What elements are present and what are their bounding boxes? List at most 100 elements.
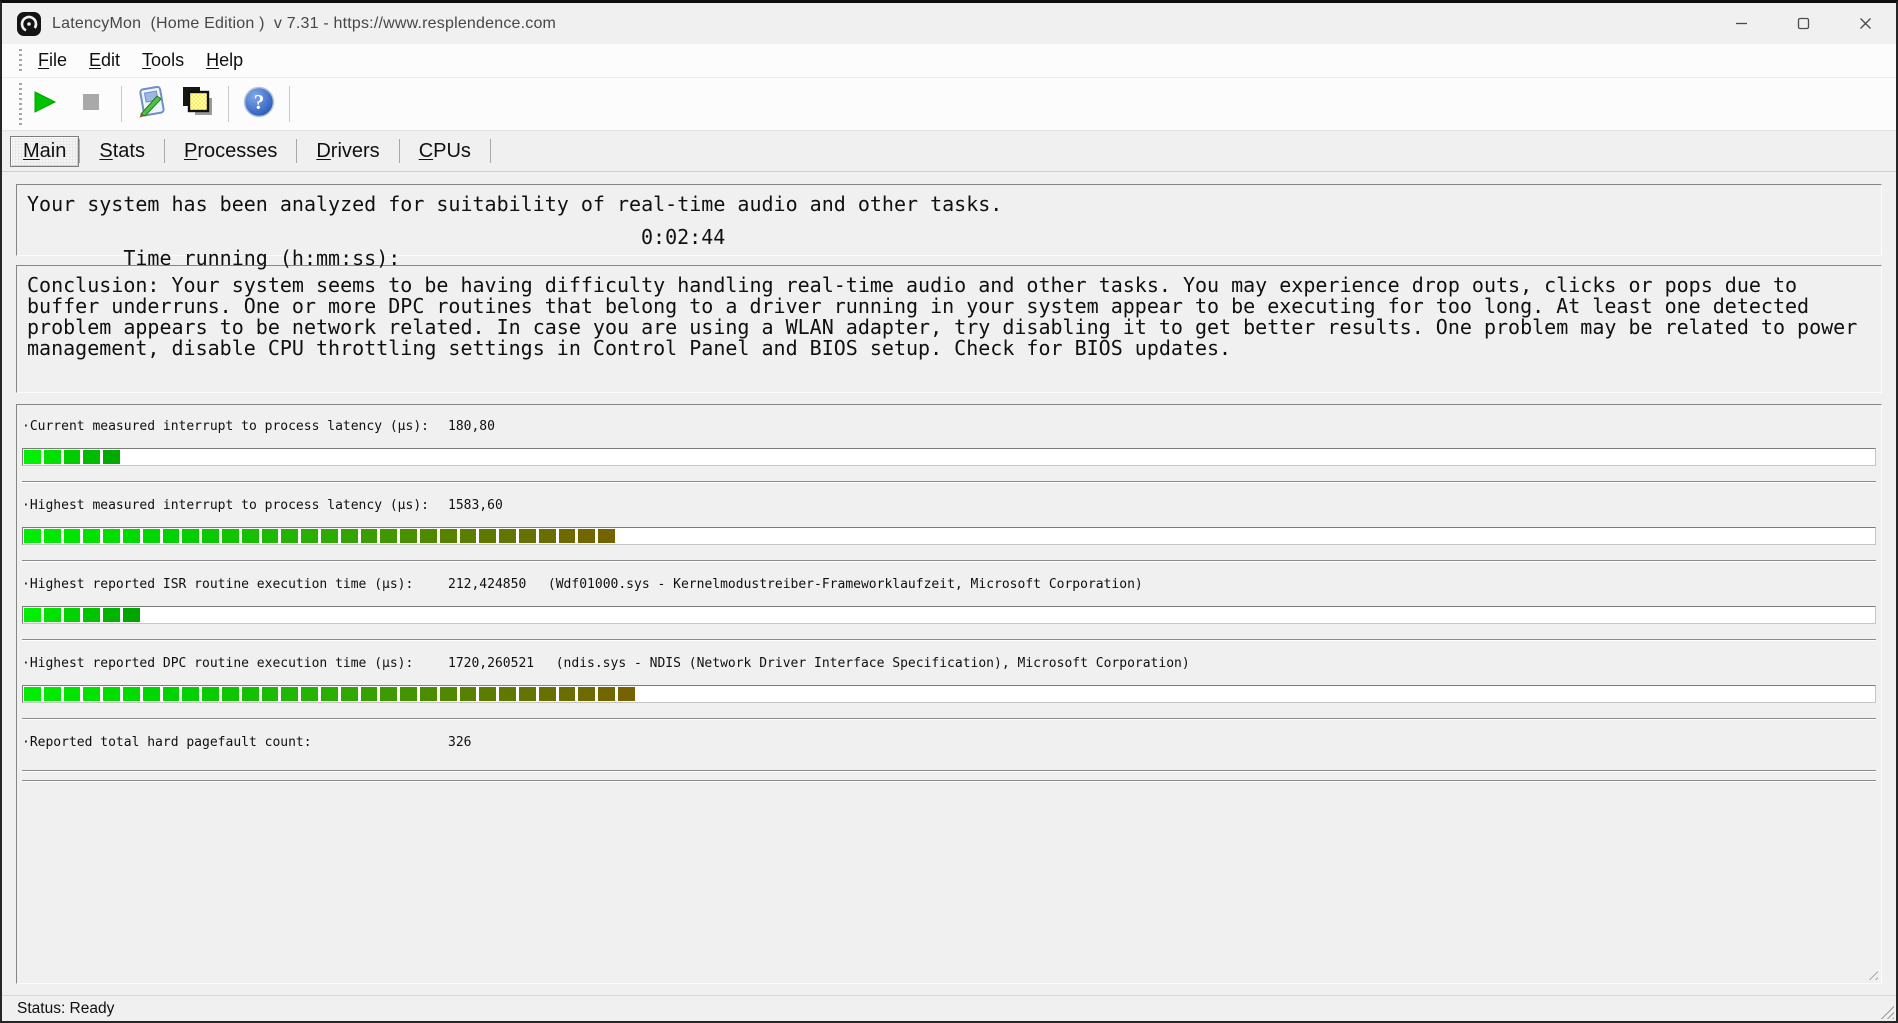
metric-value: 1583,60 xyxy=(448,498,503,513)
time-running-label: Time running (h:mm:ss): xyxy=(123,246,401,270)
resize-grip-icon[interactable] xyxy=(1879,1004,1894,1019)
bar-segment xyxy=(162,529,180,543)
menu-gripper[interactable] xyxy=(19,49,22,72)
metric-driver-info: (Wdf01000.sys - Kernelmodustreiber-Frame… xyxy=(547,577,1143,592)
latency-bar xyxy=(22,685,1876,703)
bar-segment xyxy=(202,529,219,543)
tab-label: CPUs xyxy=(418,139,471,162)
start-monitor-button[interactable] xyxy=(24,81,66,127)
toolbar-separator xyxy=(289,86,290,122)
bar-segment xyxy=(340,529,358,543)
menu-item-file[interactable]: File xyxy=(35,49,70,72)
svg-text:?: ? xyxy=(254,90,265,114)
latencymon-window: LatencyMon (Home Edition ) v 7.31 - http… xyxy=(0,0,1898,1023)
row-separator xyxy=(22,770,1876,772)
bar-segment xyxy=(122,687,140,701)
menu-item-edit[interactable]: Edit xyxy=(86,49,123,72)
window-controls xyxy=(1710,3,1896,44)
bar-segment xyxy=(281,687,299,701)
play-icon xyxy=(32,90,58,119)
bar-segment xyxy=(320,687,338,701)
bar-segment xyxy=(320,529,338,543)
metric-line: ·Highest measured interrupt to process l… xyxy=(22,497,1876,517)
bar-segment xyxy=(479,529,497,543)
time-running-row: Time running (h:mm:ss): 0:02:44 xyxy=(27,227,1871,311)
close-button[interactable] xyxy=(1834,3,1896,44)
bar-segment xyxy=(479,687,497,701)
bar-segment xyxy=(538,687,556,701)
bar-segment xyxy=(301,687,318,701)
bar-segment xyxy=(340,687,358,701)
latencymon-logo-icon xyxy=(16,11,42,37)
bar-segment xyxy=(558,687,576,701)
bar-segment xyxy=(142,687,160,701)
metric-label: ·Current measured interrupt to process l… xyxy=(22,419,429,434)
bar-segment xyxy=(63,529,81,543)
bar-segment xyxy=(499,529,516,543)
bar-segment xyxy=(439,529,457,543)
panel-resize-grip-icon[interactable] xyxy=(1865,967,1878,980)
bar-segment xyxy=(400,529,417,543)
maximize-button[interactable] xyxy=(1772,3,1834,44)
bar-segment xyxy=(43,450,61,464)
bar-segment xyxy=(439,687,457,701)
menu-item-help[interactable]: Help xyxy=(203,49,246,72)
metric-value: 180,80 xyxy=(448,419,495,434)
bar-segment xyxy=(24,608,41,622)
bar-segment xyxy=(400,687,417,701)
row-separator xyxy=(22,780,1876,782)
summary-panel: Your system has been analyzed for suitab… xyxy=(16,184,1882,269)
minimize-button[interactable] xyxy=(1710,3,1772,44)
bar-segment xyxy=(617,687,635,701)
tab-separator xyxy=(489,139,491,163)
bar-segment xyxy=(360,687,378,701)
tab-cpus[interactable]: CPUs xyxy=(400,136,490,167)
bar-segment xyxy=(241,529,259,543)
report-button[interactable] xyxy=(131,81,173,127)
bar-segment xyxy=(578,529,596,543)
bar-segment xyxy=(83,608,101,622)
bar-segment xyxy=(182,529,200,543)
metric-row: ·Reported total hard pagefault count: 32… xyxy=(22,734,1876,782)
bar-segment xyxy=(578,687,596,701)
metric-row: ·Highest reported ISR routine execution … xyxy=(22,576,1876,641)
bar-segment xyxy=(459,687,477,701)
toolbar-gripper[interactable] xyxy=(19,83,22,125)
bar-segment xyxy=(162,687,180,701)
help-icon: ? xyxy=(242,85,276,124)
analysis-summary-text: Your system has been analyzed for suitab… xyxy=(27,192,1003,216)
bar-segment xyxy=(261,529,279,543)
tab-drivers[interactable]: Drivers xyxy=(297,136,398,167)
status-text: Status: Ready xyxy=(17,999,115,1017)
stop-monitor-button[interactable] xyxy=(70,81,112,127)
row-separator xyxy=(22,718,1876,720)
metric-line: ·Highest reported DPC routine execution … xyxy=(22,655,1876,675)
title-bar[interactable]: LatencyMon (Home Edition ) v 7.31 - http… xyxy=(2,3,1896,44)
bar-segment xyxy=(538,529,556,543)
bar-segment xyxy=(261,687,279,701)
tab-main[interactable]: Main xyxy=(10,135,80,167)
bar-segment xyxy=(598,687,615,701)
bar-segment xyxy=(518,687,536,701)
copy-button[interactable] xyxy=(177,81,219,127)
bar-segment xyxy=(499,687,516,701)
toolbar: ? xyxy=(2,78,1896,131)
window-title: LatencyMon (Home Edition ) v 7.31 - http… xyxy=(52,14,557,32)
metric-line: ·Current measured interrupt to process l… xyxy=(22,418,1876,438)
bar-segment xyxy=(43,687,61,701)
tab-label: Main xyxy=(23,139,67,162)
bar-segment xyxy=(63,687,81,701)
bar-segment xyxy=(558,529,576,543)
bar-segment xyxy=(419,687,437,701)
metric-row: ·Highest measured interrupt to process l… xyxy=(22,497,1876,562)
bar-segment xyxy=(419,529,437,543)
menu-bar: File Edit Tools Help xyxy=(2,44,1896,78)
tab-label: Processes xyxy=(183,139,278,162)
metrics-panel: ·Current measured interrupt to process l… xyxy=(16,404,1882,984)
status-bar: Status: Ready xyxy=(2,995,1896,1021)
menu-item-tools[interactable]: Tools xyxy=(139,49,187,72)
tab-stats[interactable]: Stats xyxy=(80,136,164,167)
metric-line: ·Reported total hard pagefault count: 32… xyxy=(22,734,1876,754)
help-button[interactable]: ? xyxy=(238,81,280,127)
tab-processes[interactable]: Processes xyxy=(165,136,296,167)
